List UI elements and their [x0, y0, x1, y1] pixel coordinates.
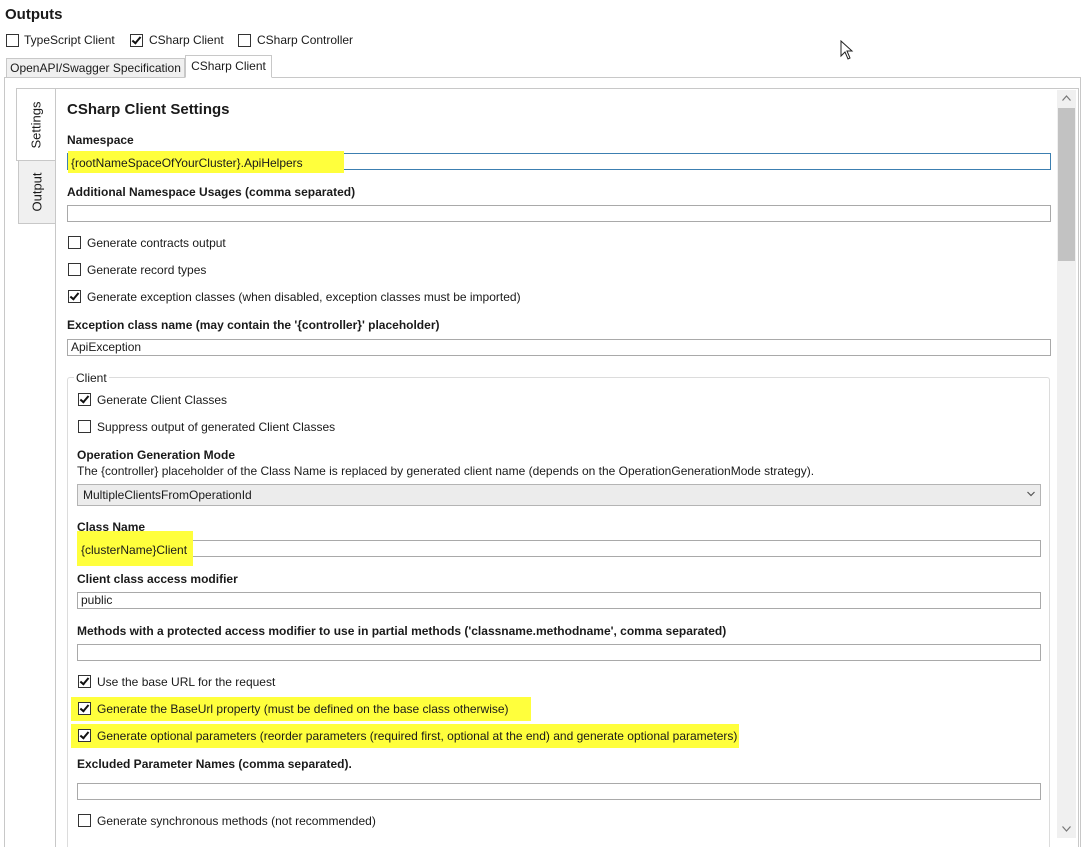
scroll-down-icon[interactable]: [1062, 826, 1071, 832]
side-tab-output-label: Output: [29, 172, 45, 212]
generate-sync-label: Generate synchronous methods (not recomm…: [97, 814, 376, 828]
generate-exceptions-checkbox[interactable]: [68, 290, 81, 303]
outputs-title: Outputs: [5, 6, 63, 23]
csharp-controller-checkbox[interactable]: [238, 34, 251, 47]
csharp-client-label: CSharp Client: [149, 33, 224, 47]
operation-mode-description: The {controller} placeholder of the Clas…: [77, 464, 815, 478]
generate-contracts-checkbox[interactable]: [68, 236, 81, 249]
excluded-params-input[interactable]: [77, 783, 1041, 800]
class-name-value: {clusterName}Client: [81, 543, 188, 557]
generate-records-checkbox[interactable]: [68, 263, 81, 276]
scroll-up-icon[interactable]: [1062, 95, 1071, 101]
access-modifier-input[interactable]: public: [77, 592, 1041, 609]
typescript-client-label: TypeScript Client: [24, 33, 115, 47]
side-tab-settings-label: Settings: [28, 101, 44, 148]
generate-client-classes-label: Generate Client Classes: [97, 393, 228, 407]
generate-exceptions-label: Generate exception classes (when disable…: [87, 290, 521, 304]
generate-base-url-label: Generate the BaseUrl property (must be d…: [97, 702, 509, 716]
scrollbar-thumb[interactable]: [1058, 108, 1075, 261]
tab-openapi-spec-label: OpenAPI/Swagger Specification: [10, 61, 181, 75]
mouse-cursor-icon: [840, 40, 854, 60]
use-base-url-checkbox[interactable]: [78, 675, 91, 688]
generate-contracts-label: Generate contracts output: [87, 236, 226, 250]
suppress-output-label: Suppress output of generated Client Clas…: [97, 420, 336, 434]
access-modifier-label: Client class access modifier: [77, 572, 238, 586]
excluded-params-label: Excluded Parameter Names (comma separate…: [77, 757, 352, 771]
chevron-down-icon[interactable]: [1027, 491, 1035, 497]
namespace-value: {rootNameSpaceOfYourCluster}.ApiHelpers: [71, 156, 303, 170]
generate-records-label: Generate record types: [87, 263, 207, 277]
csharp-controller-label: CSharp Controller: [257, 33, 354, 47]
generate-client-classes-checkbox[interactable]: [78, 393, 91, 406]
csharp-client-checkbox[interactable]: [130, 34, 143, 47]
protected-methods-input[interactable]: [77, 644, 1041, 661]
additional-namespace-input[interactable]: [67, 205, 1051, 222]
generate-optional-label: Generate optional parameters (reorder pa…: [97, 729, 738, 743]
use-base-url-label: Use the base URL for the request: [97, 675, 276, 689]
suppress-output-checkbox[interactable]: [78, 420, 91, 433]
tab-csharp-client-label: CSharp Client: [191, 59, 266, 73]
operation-mode-select[interactable]: MultipleClientsFromOperationId: [77, 484, 1041, 506]
class-name-input[interactable]: [77, 540, 1041, 557]
protected-methods-label: Methods with a protected access modifier…: [77, 624, 727, 638]
exception-class-label: Exception class name (may contain the '{…: [67, 318, 440, 332]
settings-title: CSharp Client Settings: [67, 101, 230, 118]
namespace-label: Namespace: [67, 133, 134, 147]
generate-optional-checkbox[interactable]: [78, 729, 91, 742]
side-tab-output[interactable]: Output: [18, 160, 56, 224]
operation-mode-value: MultipleClientsFromOperationId: [83, 488, 252, 502]
exception-class-input[interactable]: ApiException: [67, 339, 1051, 356]
client-group-label: Client: [74, 371, 109, 385]
side-tab-settings[interactable]: Settings: [16, 88, 56, 161]
additional-namespace-label: Additional Namespace Usages (comma separ…: [67, 185, 356, 199]
generate-base-url-checkbox[interactable]: [78, 702, 91, 715]
generate-sync-checkbox[interactable]: [78, 814, 91, 827]
tab-openapi-spec[interactable]: OpenAPI/Swagger Specification: [6, 58, 185, 78]
operation-mode-label: Operation Generation Mode: [77, 448, 236, 462]
tab-csharp-client[interactable]: CSharp Client: [185, 55, 272, 78]
typescript-client-checkbox[interactable]: [6, 34, 19, 47]
